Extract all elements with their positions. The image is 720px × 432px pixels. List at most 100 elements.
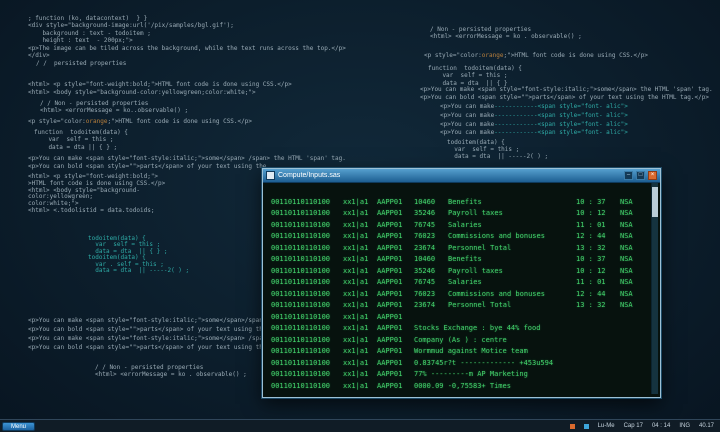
terminal-body[interactable]: 00110110110100xx1|a1AAPP0110460Benefits1… (265, 183, 650, 395)
close-button[interactable]: × (648, 171, 657, 180)
binary-cell: 00110110110100 (271, 255, 343, 263)
flag-cell: NSA (620, 267, 633, 275)
label-cell: Payroll taxes (448, 267, 576, 275)
binary-cell: 00110110110100 (271, 290, 343, 298)
code-cell: xx1|a1 (343, 382, 377, 390)
terminal-titlebar[interactable]: Compute/Inputs.sas – □ × (263, 169, 660, 183)
label-cell: Personnel Total (448, 244, 576, 252)
binary-cell: 00110110110100 (271, 232, 343, 240)
terminal-scrollbar[interactable] (651, 183, 658, 394)
terminal-row: 00110110110100xx1|a1AAPP0176745Salaries1… (265, 277, 650, 289)
value-cell: 76023 (414, 232, 448, 240)
flag-cell: NSA (620, 221, 633, 229)
label-cell: Commissions and bonuses (448, 290, 576, 298)
tray-item[interactable]: Lu-Me (598, 420, 615, 432)
code-block: todoitem(data) { var self = this ; data … (88, 236, 189, 274)
tray-status-icon[interactable] (570, 424, 575, 429)
value-cell: 76745 (414, 221, 448, 229)
scrollbar-thumb[interactable] (652, 187, 658, 217)
code-cell: xx1|a1 (343, 313, 377, 321)
binary-cell: 00110110110100 (271, 267, 343, 275)
maximize-button[interactable]: □ (636, 171, 645, 180)
code-cell: xx1|a1 (343, 255, 377, 263)
binary-cell: 00110110110100 (271, 359, 343, 367)
time-cell: 10 : 37 (576, 198, 620, 206)
tray-network-icon[interactable] (584, 424, 589, 429)
binary-cell: 00110110110100 (271, 301, 343, 309)
value-cell: 10460 (414, 198, 448, 206)
tag-cell: AAPP01 (377, 278, 414, 286)
tag-cell: AAPP01 (377, 370, 414, 378)
time-cell: 12 : 44 (576, 232, 620, 240)
desktop: ; function (ko, datacontext) } }<div sty… (0, 0, 720, 432)
time-cell: 11 : 01 (576, 278, 620, 286)
label-cell: Benefits (448, 255, 576, 263)
code-cell: xx1|a1 (343, 347, 377, 355)
code-cell: xx1|a1 (343, 336, 377, 344)
code-block: function todoitem(data) { var self = thi… (428, 65, 522, 87)
stock-line: 0000.09 -0,75583+ Times (414, 382, 511, 390)
code-block: function todoitem(data) { var self = thi… (34, 129, 128, 151)
label-cell: Salaries (448, 278, 576, 286)
tray-item[interactable]: 04 : 14 (652, 420, 670, 432)
label-cell: Personnel Total (448, 301, 576, 309)
terminal-icon (266, 171, 275, 180)
terminal-row: 00110110110100xx1|a1AAPP0177% ---------m… (265, 369, 650, 381)
time-cell: 12 : 44 (576, 290, 620, 298)
terminal-row: 00110110110100xx1|a1AAPP01Wormmud agains… (265, 346, 650, 358)
value-cell: 76745 (414, 278, 448, 286)
terminal-row: 00110110110100xx1|a1AAPP0123674Personnel… (265, 242, 650, 254)
stock-line: 77% ---------m AP Marketing (414, 370, 528, 378)
terminal-row: 00110110110100xx1|a1AAPP01Stocks Exchang… (265, 323, 650, 335)
code-cell: xx1|a1 (343, 221, 377, 229)
minimize-button[interactable]: – (624, 171, 633, 180)
terminal-row: 00110110110100xx1|a1AAPP01 (265, 311, 650, 323)
label-cell: Benefits (448, 198, 576, 206)
code-cell: xx1|a1 (343, 301, 377, 309)
tag-cell: AAPP01 (377, 232, 414, 240)
code-block: <p>You can make <span style="font-style:… (420, 86, 713, 101)
value-cell: 10460 (414, 255, 448, 263)
flag-cell: NSA (620, 301, 633, 309)
binary-cell: 00110110110100 (271, 370, 343, 378)
tray-item[interactable]: Cap 17 (624, 420, 643, 432)
flag-cell: NSA (620, 209, 633, 217)
stock-line: Stocks Exchange : bye 44% food (414, 324, 540, 332)
code-block: todoitem(data) { var self = this ; data … (447, 140, 548, 160)
tag-cell: AAPP01 (377, 255, 414, 263)
code-cell: xx1|a1 (343, 267, 377, 275)
binary-cell: 00110110110100 (271, 198, 343, 206)
tag-cell: AAPP01 (377, 244, 414, 252)
binary-cell: 00110110110100 (271, 324, 343, 332)
start-button[interactable]: Menu (2, 422, 35, 431)
terminal-row: 00110110110100xx1|a1AAPP0110460Benefits1… (265, 196, 650, 208)
tray-item[interactable]: ING (679, 420, 690, 432)
flag-cell: NSA (620, 290, 633, 298)
code-block: <p style="color:orange;">HTML font code … (424, 52, 648, 59)
binary-cell: 00110110110100 (271, 221, 343, 229)
time-cell: 10 : 12 (576, 209, 620, 217)
time-cell: 10 : 37 (576, 255, 620, 263)
label-cell: Salaries (448, 221, 576, 229)
terminal-row: 00110110110100xx1|a1AAPP0176023Commissio… (265, 231, 650, 243)
tag-cell: AAPP01 (377, 347, 414, 355)
code-block: <html> <p style="font-weight:bold;">>HTM… (28, 174, 165, 215)
terminal-row: 00110110110100xx1|a1AAPP0135246Payroll t… (265, 208, 650, 220)
stock-line: Company (As ) : centre (414, 336, 507, 344)
terminal-window: Compute/Inputs.sas – □ × 00110110110100x… (262, 168, 661, 398)
binary-cell: 00110110110100 (271, 336, 343, 344)
terminal-row: 00110110110100xx1|a1AAPP0176745Salaries1… (265, 219, 650, 231)
tag-cell: AAPP01 (377, 209, 414, 217)
value-cell: 23674 (414, 244, 448, 252)
code-block: / Non - persisted properties<html> <erro… (430, 26, 582, 41)
label-cell: Payroll taxes (448, 209, 576, 217)
value-cell: 76023 (414, 290, 448, 298)
tray-item[interactable]: 40.17 (699, 420, 714, 432)
code-block: / / Non - persisted properties<html> <er… (40, 100, 188, 115)
flag-cell: NSA (620, 255, 633, 263)
label-cell: Commissions and bonuses (448, 232, 576, 240)
terminal-row: 00110110110100xx1|a1AAPP010000.09 -0,755… (265, 380, 650, 392)
binary-cell: 00110110110100 (271, 278, 343, 286)
code-block: / / Non - persisted properties<html> <er… (95, 364, 247, 379)
code-block: ; function (ko, datacontext) } }<div sty… (28, 15, 346, 59)
